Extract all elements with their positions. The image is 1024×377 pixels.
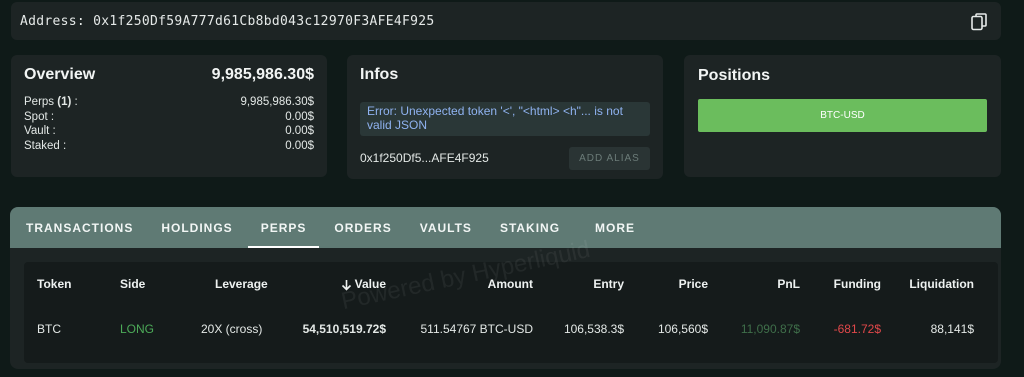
overview-row-label: Spot :: [24, 110, 55, 123]
tab-bar: TRANSACTIONS HOLDINGS PERPS ORDERS VAULT…: [10, 207, 1001, 248]
overview-card: Overview 9,985,986.30$ Perps (1) : 9,985…: [11, 55, 327, 177]
header-entry[interactable]: Entry: [593, 262, 624, 307]
infos-card: Infos Error: Unexpected token '<', "<htm…: [347, 55, 663, 179]
overview-total: 9,985,986.30$: [211, 66, 314, 83]
overview-row-label: Staked :: [24, 139, 67, 152]
cell-leverage: 20X (cross): [201, 322, 263, 336]
header-pnl[interactable]: PnL: [777, 262, 800, 307]
tab-transactions[interactable]: TRANSACTIONS: [13, 207, 146, 248]
tab-perps[interactable]: PERPS: [247, 207, 320, 248]
header-funding[interactable]: Funding: [834, 262, 881, 307]
header-side[interactable]: Side: [120, 262, 145, 307]
overview-row-value: 0.00$: [285, 110, 314, 123]
header-liquidation[interactable]: Liquidation: [909, 262, 974, 307]
position-btc-usd-button[interactable]: BTC-USD: [698, 99, 987, 132]
copy-icon[interactable]: [971, 13, 987, 31]
overview-row-value: 9,985,986.30$: [240, 96, 314, 108]
tab-holdings[interactable]: HOLDINGS: [148, 207, 245, 248]
main-panel: TRANSACTIONS HOLDINGS PERPS ORDERS VAULT…: [10, 207, 1001, 369]
overview-row-vault: Vault : 0.00$: [24, 124, 314, 139]
tab-more[interactable]: MORE: [582, 207, 648, 248]
perps-table: Token Side Leverage Value Amount Entry P…: [24, 262, 998, 363]
cell-token: BTC: [37, 322, 61, 336]
overview-row-staked: Staked : 0.00$: [24, 139, 314, 154]
header-amount[interactable]: Amount: [488, 262, 533, 307]
arrow-down-icon: [341, 279, 351, 291]
overview-row-value: 0.00$: [285, 125, 314, 137]
cell-funding: -681.72$: [833, 322, 881, 336]
header-price[interactable]: Price: [679, 262, 708, 307]
table-row[interactable]: BTC LONG 20X (cross) 54,510,519.72$ 511.…: [24, 307, 998, 352]
tab-vaults[interactable]: VAULTS: [407, 207, 485, 248]
positions-card: Positions BTC-USD: [684, 55, 1001, 177]
header-value[interactable]: Value: [341, 262, 386, 307]
overview-row-value: 0.00$: [285, 139, 314, 152]
add-alias-button[interactable]: ADD ALIAS: [569, 146, 650, 170]
cell-price: 106,560$: [657, 322, 708, 336]
cell-liquidation: 88,141$: [930, 322, 974, 336]
infos-title: Infos: [360, 66, 399, 83]
cell-value: 54,510,519.72$: [302, 322, 386, 336]
address-text: Address: 0x1f250Df59A777d61Cb8bd043c1297…: [20, 13, 435, 29]
address-bar: Address: 0x1f250Df59A777d61Cb8bd043c1297…: [11, 2, 1001, 40]
cell-side: LONG: [120, 322, 155, 336]
cell-pnl: 11,090.87$: [740, 322, 800, 336]
header-token[interactable]: Token: [37, 262, 71, 307]
tab-staking[interactable]: STAKING: [487, 207, 573, 248]
overview-row-perps: Perps (1) : 9,985,986.30$: [24, 95, 314, 110]
table-header: Token Side Leverage Value Amount Entry P…: [24, 262, 998, 307]
header-value-label: Value: [354, 277, 386, 291]
header-leverage[interactable]: Leverage: [215, 262, 268, 307]
short-address: 0x1f250Df5...AFE4F925: [360, 151, 489, 165]
positions-title: Positions: [698, 67, 771, 84]
tab-orders[interactable]: ORDERS: [321, 207, 404, 248]
overview-title: Overview: [24, 66, 96, 83]
overview-row-spot: Spot : 0.00$: [24, 110, 314, 125]
overview-row-label: Vault :: [24, 125, 56, 137]
overview-row-label: Perps (1) :: [24, 96, 78, 108]
cell-amount: 511.54767 BTC-USD: [420, 322, 534, 336]
cell-entry: 106,538.3$: [563, 322, 624, 336]
error-message: Error: Unexpected token '<', "<html> <h"…: [360, 102, 650, 136]
